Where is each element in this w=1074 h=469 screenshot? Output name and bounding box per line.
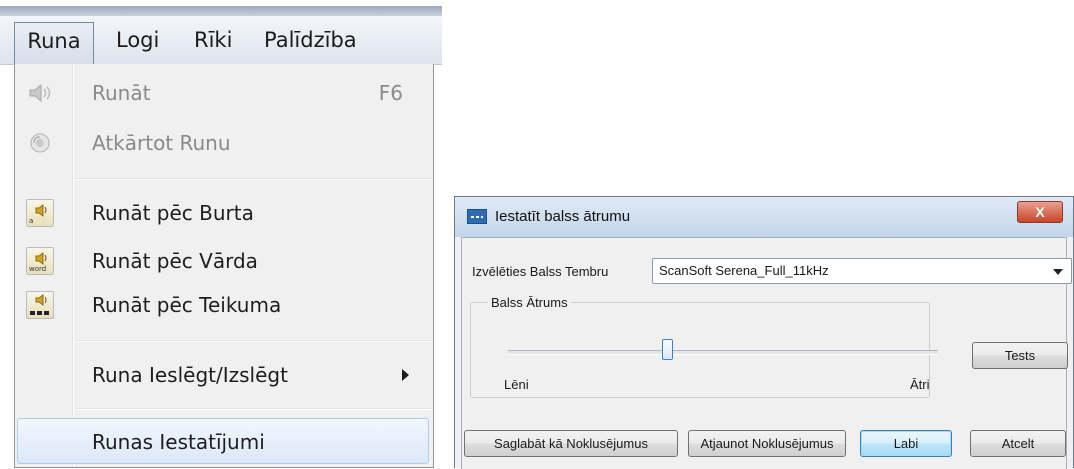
menu-item-repeat[interactable]: Atkārtot Runu <box>15 120 433 166</box>
menu-item-speech-toggle-label: Runa Ieslēgt/Izslēgt <box>92 363 288 387</box>
menu-runa[interactable]: Runa <box>14 22 94 64</box>
menu-bar: Runa Logi Rīki Palīdzība <box>0 16 442 65</box>
speed-fast-label: Ātri <box>910 377 930 392</box>
menu-item-speak-by-word-label: Runāt pēc Vārda <box>92 249 258 273</box>
submenu-arrow-icon <box>402 369 409 381</box>
voice-timbre-value: ScanSoft Serena_Full_11kHz <box>659 263 829 278</box>
speed-slider-thumb[interactable] <box>661 339 673 360</box>
test-button[interactable]: Tests <box>972 342 1068 369</box>
dialog-body: Izvēlēties Balss Tembru ScanSoft Serena_… <box>461 237 1072 469</box>
menu-palidziba[interactable]: Palīdzība <box>258 22 363 58</box>
dialog-title: Iestatīt balss ātrumu <box>495 208 631 225</box>
speaker-word-icon: word <box>25 246 55 276</box>
menu-item-speak-shortcut: F6 <box>378 81 403 105</box>
repeat-icon <box>25 128 55 158</box>
voice-timbre-select[interactable]: ScanSoft Serena_Full_11kHz <box>652 258 1072 284</box>
speaker-sentence-icon <box>25 290 55 320</box>
menu-item-repeat-label: Atkārtot Runu <box>92 131 231 155</box>
speaker-letter-icon: a <box>25 198 55 228</box>
chevron-down-icon[interactable] <box>1053 269 1063 275</box>
ok-button[interactable]: Labi <box>860 430 952 457</box>
menu-item-speech-settings-label: Runas Iestatījumi <box>92 430 265 454</box>
speaker-icon <box>25 78 55 108</box>
menu-item-speak-by-sentence-label: Runāt pēc Teikuma <box>92 293 282 317</box>
menu-item-speech-toggle[interactable]: Runa Ieslēgt/Izslēgt <box>15 352 433 398</box>
save-as-default-button[interactable]: Saglabāt kā Noklusējumus <box>464 430 678 457</box>
menu-riki[interactable]: Rīki <box>188 22 238 58</box>
menu-item-speak[interactable]: Runāt F6 <box>15 70 433 116</box>
menu-screenshot: Runa Logi Rīki Palīdzība Runāt F6 Atkārt… <box>0 0 442 468</box>
menu-item-speak-by-letter-label: Runāt pēc Burta <box>92 201 254 225</box>
menu-separator <box>75 178 431 180</box>
cancel-button[interactable]: Atcelt <box>970 430 1066 457</box>
menu-separator <box>75 340 431 342</box>
menu-separator <box>75 408 431 410</box>
window-frame-strip <box>0 6 442 16</box>
menu-item-speech-settings[interactable]: Runas Iestatījumi <box>17 418 429 464</box>
restore-defaults-button[interactable]: Atjaunot Noklusējumus <box>688 430 846 457</box>
close-button[interactable]: X <box>1017 201 1063 223</box>
app-icon <box>467 209 487 224</box>
voice-timbre-label: Izvēlēties Balss Tembru <box>472 264 609 279</box>
menu-item-speak-by-letter[interactable]: a Runāt pēc Burta <box>15 190 433 236</box>
menu-logi[interactable]: Logi <box>110 22 165 58</box>
voice-speed-group-label: Balss Ātrums <box>488 295 571 310</box>
runa-dropdown-menu: Runāt F6 Atkārtot Runu a Runāt pēc Burta… <box>14 64 434 468</box>
menu-item-speak-label: Runāt <box>92 81 151 105</box>
speed-slow-label: Lēni <box>504 377 529 392</box>
menu-item-speak-by-sentence[interactable]: Runāt pēc Teikuma <box>15 282 433 328</box>
speed-slider-track[interactable] <box>508 350 938 355</box>
voice-speed-dialog: Iestatīt balss ātrumu X Izvēlēties Balss… <box>454 196 1074 469</box>
menu-item-speak-by-word[interactable]: word Runāt pēc Vārda <box>15 238 433 284</box>
dialog-titlebar[interactable]: Iestatīt balss ātrumu X <box>455 197 1073 237</box>
